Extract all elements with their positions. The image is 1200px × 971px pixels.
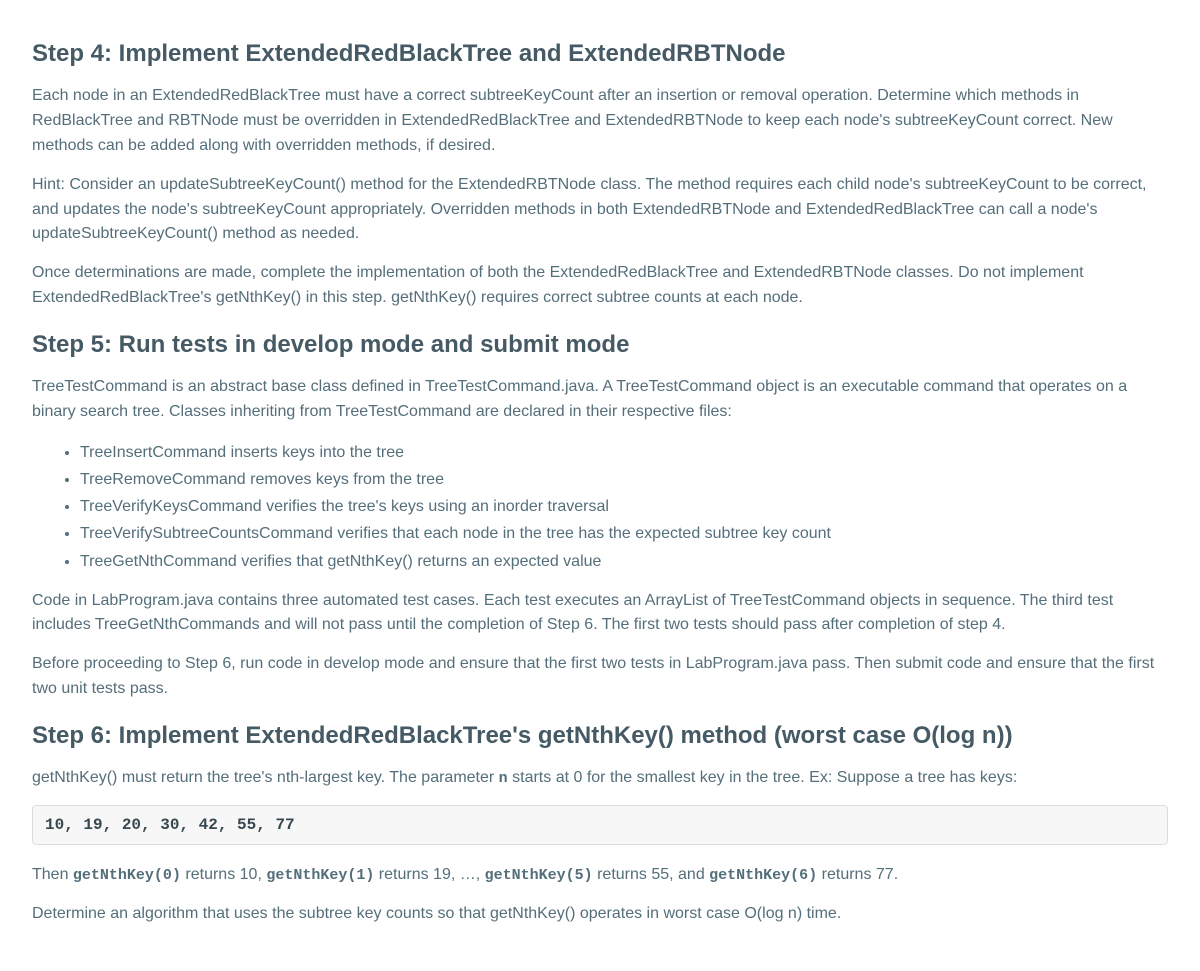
list-item: TreeGetNthCommand verifies that getNthKe… bbox=[80, 548, 1168, 575]
document-page: Step 4: Implement ExtendedRedBlackTree a… bbox=[0, 0, 1200, 971]
text-span: getNthKey() must return the tree's nth-l… bbox=[32, 769, 499, 786]
list-item: TreeRemoveCommand removes keys from the … bbox=[80, 466, 1168, 493]
step6-heading: Step 6: Implement ExtendedRedBlackTree's… bbox=[32, 720, 1168, 752]
step4-heading: Step 4: Implement ExtendedRedBlackTree a… bbox=[32, 38, 1168, 70]
text-span: returns 77. bbox=[817, 866, 898, 883]
step4-p1: Each node in an ExtendedRedBlackTree mus… bbox=[32, 84, 1168, 158]
text-span: returns 10, bbox=[181, 866, 266, 883]
step4-p3: Once determinations are made, complete t… bbox=[32, 261, 1168, 311]
step5-p3: Before proceeding to Step 6, run code in… bbox=[32, 652, 1168, 702]
text-span: returns 55, and bbox=[593, 866, 710, 883]
inline-code-getnthkey0: getNthKey(0) bbox=[73, 867, 181, 884]
step6-p1: getNthKey() must return the tree's nth-l… bbox=[32, 766, 1168, 791]
list-item: TreeVerifyKeysCommand verifies the tree'… bbox=[80, 493, 1168, 520]
list-item: TreeVerifySubtreeCountsCommand verifies … bbox=[80, 520, 1168, 547]
step5-p1: TreeTestCommand is an abstract base clas… bbox=[32, 375, 1168, 425]
inline-code-getnthkey1: getNthKey(1) bbox=[266, 867, 374, 884]
step4-p2: Hint: Consider an updateSubtreeKeyCount(… bbox=[32, 173, 1168, 247]
step6-code-block: 10, 19, 20, 30, 42, 55, 77 bbox=[32, 805, 1168, 845]
step5-p2: Code in LabProgram.java contains three a… bbox=[32, 589, 1168, 639]
text-span: starts at 0 for the smallest key in the … bbox=[508, 769, 1018, 786]
step5-heading: Step 5: Run tests in develop mode and su… bbox=[32, 329, 1168, 361]
step6-p3: Determine an algorithm that uses the sub… bbox=[32, 902, 1168, 927]
step5-bullets: TreeInsertCommand inserts keys into the … bbox=[32, 439, 1168, 575]
inline-code-getnthkey6: getNthKey(6) bbox=[709, 867, 817, 884]
inline-code-getnthkey5: getNthKey(5) bbox=[485, 867, 593, 884]
text-span: Then bbox=[32, 866, 73, 883]
list-item: TreeInsertCommand inserts keys into the … bbox=[80, 439, 1168, 466]
text-span: returns 19, …, bbox=[374, 866, 484, 883]
step6-p2: Then getNthKey(0) returns 10, getNthKey(… bbox=[32, 863, 1168, 888]
inline-code-n: n bbox=[499, 770, 508, 787]
